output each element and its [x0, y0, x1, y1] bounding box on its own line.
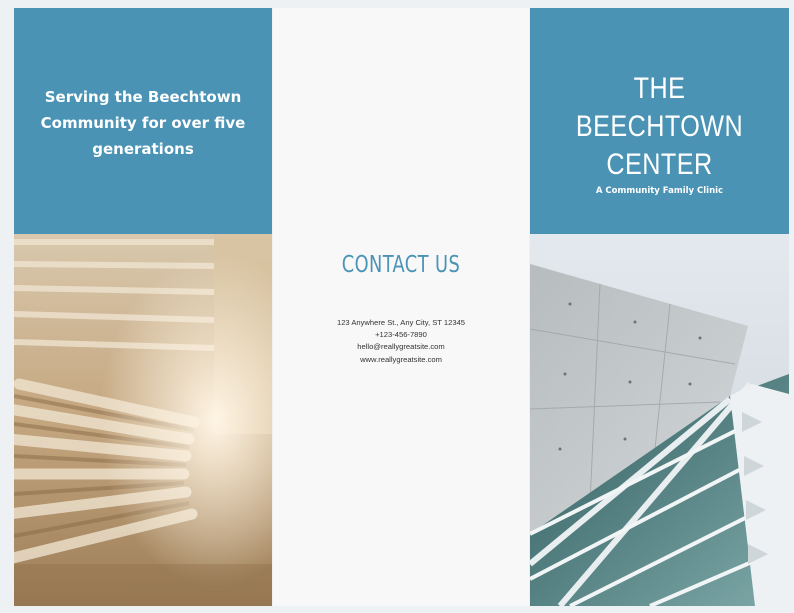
tagline-line: generations: [92, 140, 194, 158]
contact-heading: CONTACT US: [341, 252, 461, 278]
left-panel: Serving the Beechtown Community for over…: [14, 8, 272, 606]
title-box: THE BEECHTOWN CENTER A Community Family …: [530, 8, 789, 234]
contact-details: 123 Anywhere St., Any City, ST 12345 +12…: [273, 317, 529, 366]
title-block: THE BEECHTOWN CENTER A Community Family …: [530, 70, 789, 196]
tagline-line: Serving the Beechtown: [44, 88, 242, 106]
glass-building-facade-photo: [530, 234, 789, 606]
interior-architecture-photo: [14, 234, 272, 606]
center-title-line: CENTER: [606, 148, 713, 181]
middle-panel: CONTACT US 123 Anywhere St., Any City, S…: [273, 8, 529, 606]
center-title-line: THE BEECHTOWN: [575, 72, 744, 143]
tagline-box: Serving the Beechtown Community for over…: [14, 8, 272, 234]
phone-text: +123-456-7890: [375, 330, 427, 340]
address-text: 123 Anywhere St., Any City, ST 12345: [336, 318, 466, 327]
tagline: Serving the Beechtown Community for over…: [14, 84, 272, 162]
tagline-line: Community for over five: [40, 114, 246, 132]
center-subtitle: A Community Family Clinic: [595, 186, 724, 196]
email-text: hello@reallygreatsite.com: [357, 342, 445, 352]
right-panel: THE BEECHTOWN CENTER A Community Family …: [530, 8, 789, 606]
website-text: www.reallygreatsite.com: [360, 354, 442, 364]
